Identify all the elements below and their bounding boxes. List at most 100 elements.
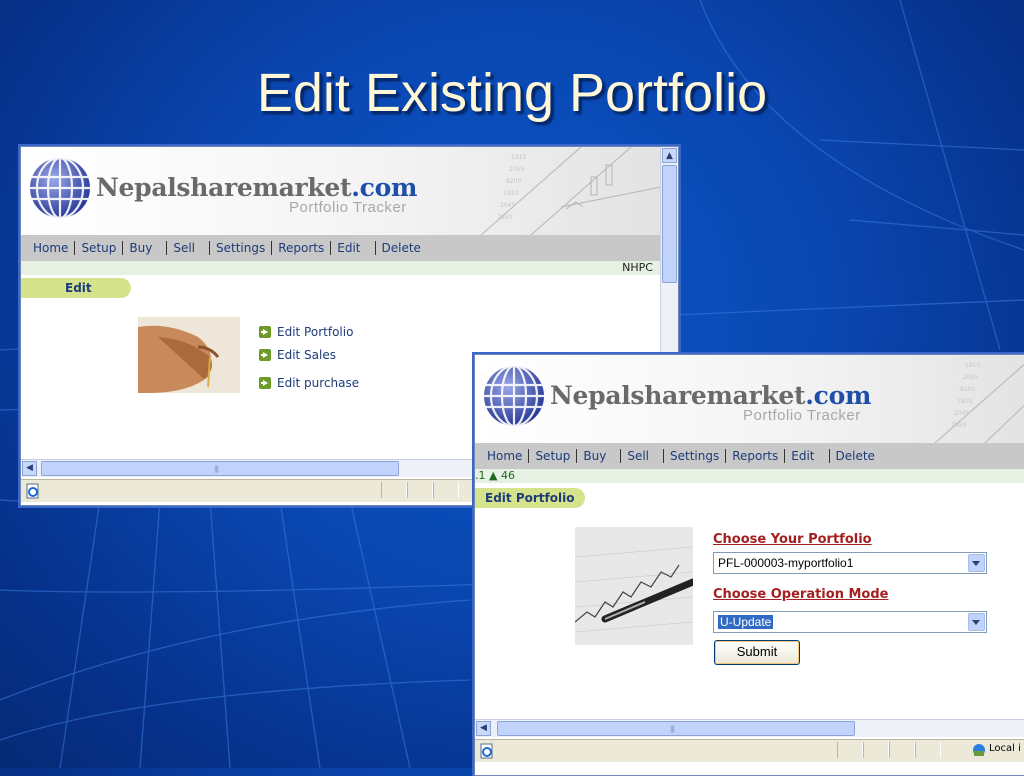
nav-settings[interactable]: Settings [216, 241, 265, 255]
status-cell [889, 742, 915, 758]
edit-purchase-link[interactable]: Edit purchase [259, 376, 359, 390]
choose-operation-mode-label: Choose Operation Mode [713, 587, 889, 602]
brand-subtitle: Portfolio Tracker [289, 199, 407, 216]
status-cell [863, 742, 889, 758]
nav-separator [166, 241, 168, 255]
nav-reports[interactable]: Reports [278, 241, 324, 255]
ie-page-icon [26, 483, 39, 499]
nav-separator [122, 241, 124, 255]
nav-separator [620, 449, 622, 463]
status-cell [407, 482, 433, 498]
nav-home[interactable]: Home [33, 241, 68, 255]
nav-reports[interactable]: Reports [732, 449, 778, 463]
nav-setup[interactable]: Setup [535, 449, 570, 463]
scroll-left-icon[interactable]: ◀ [476, 721, 491, 736]
edit-sales-label: Edit Sales [277, 348, 336, 362]
operation-mode-value: U-Update [718, 615, 774, 629]
nav-buy[interactable]: Buy [583, 449, 606, 463]
nav-buy[interactable]: Buy [129, 241, 152, 255]
vertical-scroll-thumb[interactable] [662, 165, 677, 283]
nav-edit[interactable]: Edit [791, 449, 814, 463]
svg-text:8200: 8200 [506, 178, 521, 185]
portfolio-select[interactable]: PFL-000003-myportfolio1 [713, 552, 987, 574]
status-cell [915, 742, 941, 758]
nav-separator [74, 241, 76, 255]
stock-ticker: NHPC [21, 261, 661, 275]
arrow-right-icon [259, 326, 271, 338]
stock-ticker: .1 ▲ 46 [475, 469, 1024, 483]
horizontal-scroll-thumb[interactable]: ||| [497, 721, 855, 736]
brand-tld: .com [351, 173, 418, 202]
nav-separator [330, 241, 332, 255]
main-nav: Home Setup Buy Sell Settings Reports Edi… [21, 235, 661, 261]
arrow-right-icon [259, 377, 271, 389]
nav-separator [828, 449, 830, 463]
status-cell [381, 482, 407, 498]
nav-delete[interactable]: Delete [382, 241, 421, 255]
section-tab-edit: Edit [21, 278, 131, 298]
svg-text:8200: 8200 [960, 386, 975, 393]
brand-name: Nepalsharemarket [550, 381, 806, 410]
nav-setup[interactable]: Setup [81, 241, 116, 255]
svg-text:7850: 7850 [951, 422, 966, 429]
slide-title: Edit Existing Portfolio [256, 63, 768, 123]
nav-delete[interactable]: Delete [836, 449, 875, 463]
header-chart-decoration: 1915 2055 8200 1910 2045 7850 [934, 362, 1024, 443]
site-logo-text: Nepalsharemarket.com [96, 173, 417, 202]
site-header: Nepalsharemarket.com Portfolio Tracker 1… [475, 355, 1024, 443]
nav-separator [663, 449, 664, 463]
horizontal-scroll-thumb[interactable]: ||| [41, 461, 399, 476]
svg-text:1915: 1915 [511, 154, 526, 161]
nav-edit[interactable]: Edit [337, 241, 360, 255]
brand-name: Nepalsharemarket [96, 173, 352, 202]
signing-hand-image [138, 317, 240, 393]
status-cell [837, 742, 863, 758]
nav-sell[interactable]: Sell [627, 449, 649, 463]
site-logo-text: Nepalsharemarket.com [550, 381, 871, 410]
horizontal-scrollbar[interactable]: ◀ ||| [475, 719, 1024, 737]
operation-mode-select[interactable]: U-Update [713, 611, 987, 633]
globe-logo-icon [30, 156, 90, 220]
svg-text:2055: 2055 [509, 166, 524, 173]
site-header: Nepalsharemarket.com Portfolio Tracker 1… [21, 147, 661, 235]
main-nav: Home Setup Buy Sell Settings Reports Edi… [475, 443, 1024, 469]
svg-text:2045: 2045 [500, 202, 515, 209]
nav-settings[interactable]: Settings [670, 449, 719, 463]
nav-separator [271, 241, 273, 255]
svg-text:7850: 7850 [497, 214, 512, 221]
svg-text:1910: 1910 [957, 398, 972, 405]
browser-window-edit-portfolio: Nepalsharemarket.com Portfolio Tracker 1… [474, 354, 1024, 776]
svg-text:1915: 1915 [965, 362, 980, 369]
stock-chart-pen-image [575, 527, 693, 645]
edit-sales-link[interactable]: Edit Sales [259, 348, 336, 362]
nav-separator [725, 449, 727, 463]
edit-portfolio-label: Edit Portfolio [277, 325, 354, 339]
portfolio-select-value: PFL-000003-myportfolio1 [718, 556, 854, 570]
submit-button[interactable]: Submit [714, 640, 800, 665]
svg-text:1910: 1910 [503, 190, 518, 197]
edit-purchase-label: Edit purchase [277, 376, 360, 390]
svg-text:2055: 2055 [963, 374, 978, 381]
edit-portfolio-link[interactable]: Edit Portfolio [259, 325, 353, 339]
nav-sell[interactable]: Sell [173, 241, 195, 255]
browser-status-bar: Local i [475, 739, 1024, 762]
nav-separator [374, 241, 376, 255]
chevron-down-icon[interactable] [968, 554, 985, 572]
ie-page-icon [480, 743, 493, 759]
scroll-left-icon[interactable]: ◀ [22, 461, 37, 476]
scroll-up-icon[interactable]: ▲ [662, 148, 677, 163]
status-cell [433, 482, 459, 498]
choose-portfolio-label: Choose Your Portfolio [713, 532, 872, 547]
nav-separator [576, 449, 578, 463]
brand-tld: .com [805, 381, 872, 410]
security-zone-label: Local i [989, 743, 1021, 754]
nav-home[interactable]: Home [487, 449, 522, 463]
section-tab-edit-portfolio: Edit Portfolio [475, 488, 585, 508]
local-intranet-icon [973, 744, 985, 756]
brand-subtitle: Portfolio Tracker [743, 407, 861, 424]
arrow-right-icon [259, 349, 271, 361]
nav-separator [784, 449, 786, 463]
header-chart-decoration: 1915 2055 8200 1910 2045 7850 [480, 147, 661, 235]
chevron-down-icon[interactable] [968, 613, 985, 631]
nav-separator [528, 449, 530, 463]
